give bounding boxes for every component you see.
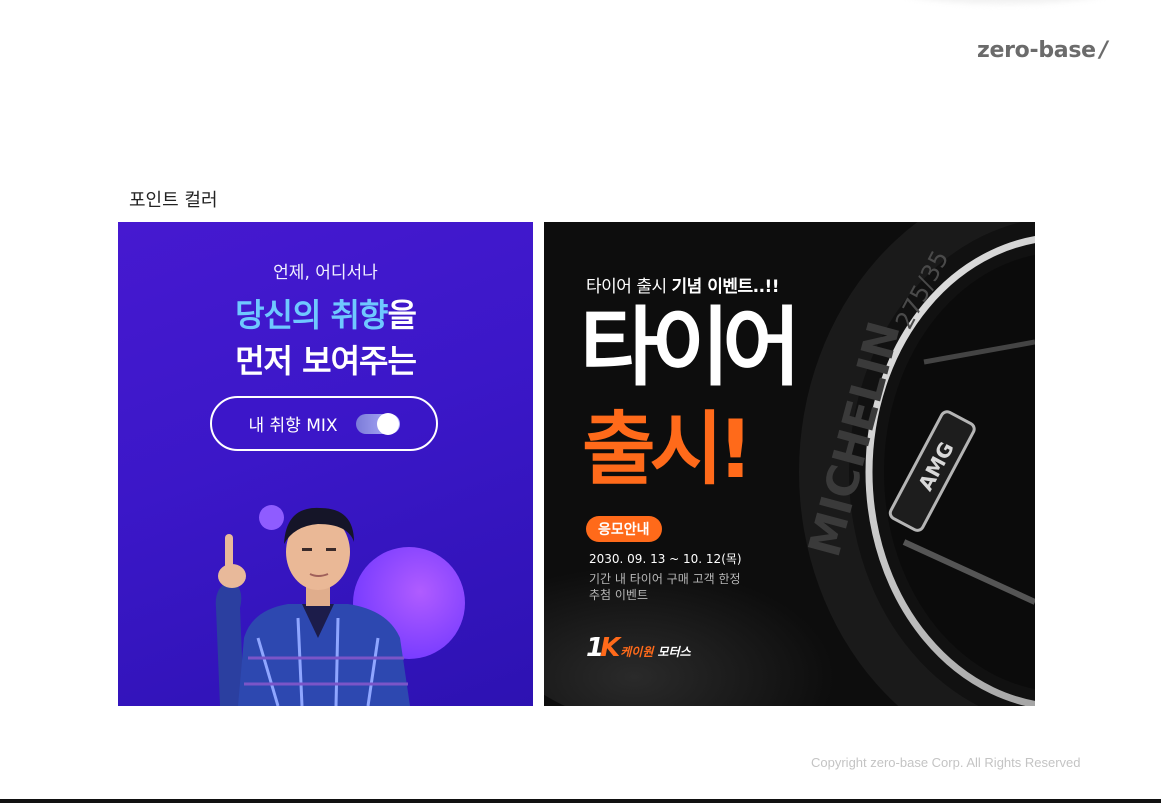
event-info-line2: 추첨 이벤트 [589, 588, 649, 602]
logo-mark-k: K [600, 633, 620, 663]
logo-mark: 1K [586, 633, 620, 663]
entry-info-badge[interactable]: 응모안내 [586, 516, 662, 542]
logo-brand-white: 모터스 [653, 645, 691, 659]
tire-launch-banner: AMG MICHELIN 275/35 타이어 출시 기념 이벤트..!! 타이… [544, 222, 1035, 706]
logo-brand-orange: 케이원 [620, 645, 654, 659]
banner-subtitle: 언제, 어디서나 [273, 263, 378, 283]
headline-highlight: 당신의 취향 [235, 296, 388, 334]
logo-brand-text: 케이원 모터스 [620, 643, 690, 660]
event-top-text: 타이어 출시 기념 이벤트..!! [586, 272, 780, 297]
mix-toggle-button[interactable]: 내 취향 MIX [210, 396, 438, 451]
headline-tire: 타이어 [580, 298, 801, 398]
zero-base-logo: zero-base / [977, 38, 1108, 63]
person-pointing-illustration [215, 507, 410, 706]
headline-launch: 출시! [582, 403, 754, 496]
banner-headline-line1: 당신의 취향을 [118, 290, 533, 336]
k1-motors-logo: 1K 케이원 모터스 [586, 634, 691, 662]
event-info-line1: 기간 내 타이어 구매 고객 한정 [589, 572, 741, 586]
banner-headline-line2: 먼저 보여주는 [235, 342, 417, 380]
toggle-switch[interactable] [355, 412, 400, 435]
event-top-normal: 타이어 출시 [586, 277, 672, 297]
toggle-knob [376, 412, 399, 435]
event-top-bold: 기념 이벤트..!! [671, 277, 780, 297]
event-period: 2030. 09. 13 ~ 10. 12(목) [589, 552, 742, 566]
top-decorative-blob [890, 0, 1120, 4]
logo-mark-one: 1 [586, 633, 604, 663]
section-title: 포인트 컬러 [129, 190, 218, 211]
mix-button-label: 내 취향 MIX [248, 416, 338, 436]
headline-rest: 을 [387, 296, 416, 334]
bottom-divider [0, 799, 1161, 803]
music-mix-banner: 언제, 어디서나 당신의 취향을 먼저 보여주는 내 취향 MIX [118, 222, 533, 706]
logo-text: zero-base [977, 38, 1096, 63]
logo-slash: / [1099, 38, 1108, 63]
copyright-notice: Copyright zero-base Corp. All Rights Res… [811, 755, 1081, 770]
